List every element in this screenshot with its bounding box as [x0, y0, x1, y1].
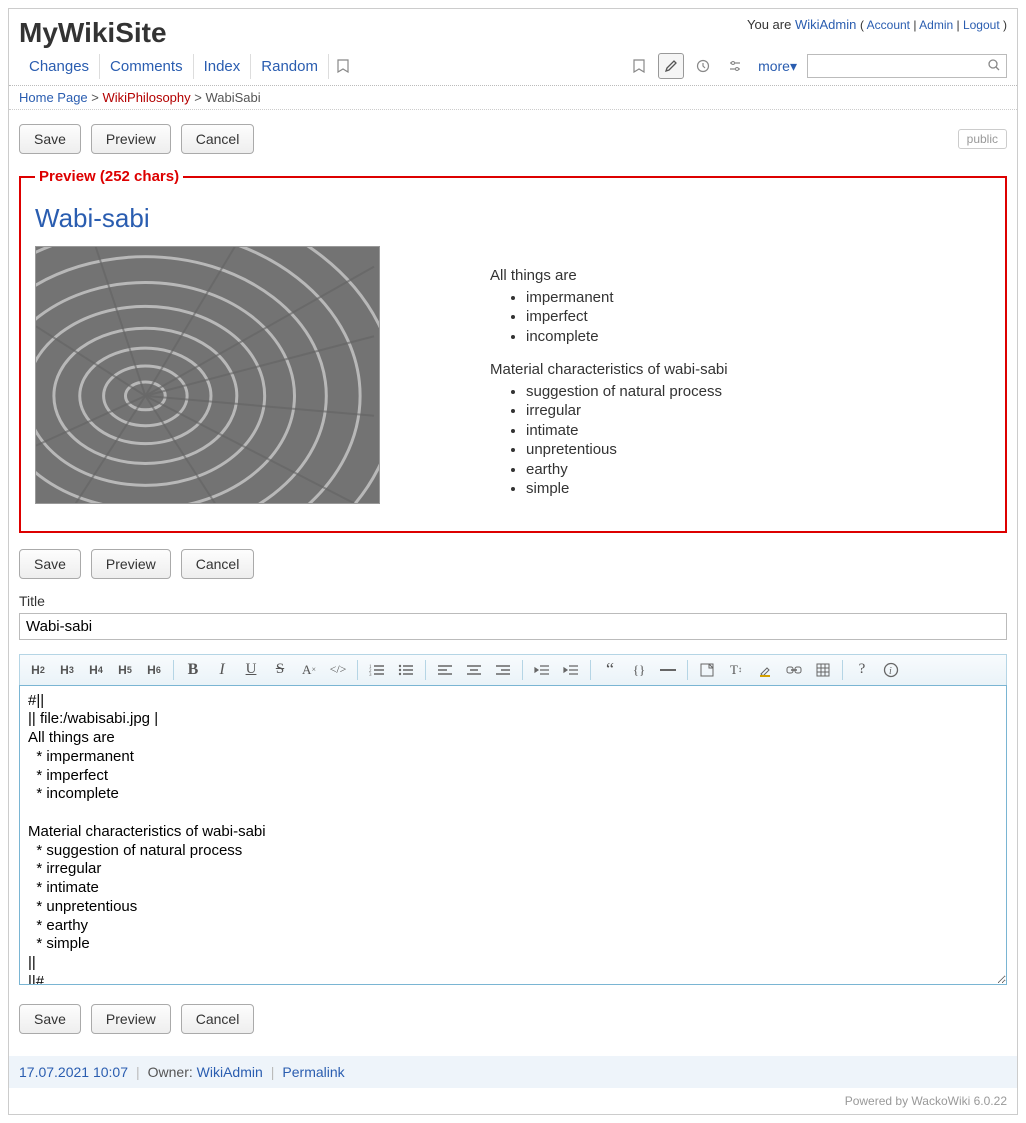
svg-text:3: 3 — [369, 673, 372, 677]
preview-panel: Preview (252 chars) Wabi-sabi — [19, 168, 1007, 533]
title-label: Title — [19, 593, 1007, 609]
history-icon[interactable] — [690, 53, 716, 79]
editor-toolbar: H2 H3 H4 H5 H6 B I U S A× </> 123 “ {} — [19, 654, 1007, 685]
list-item: suggestion of natural process — [526, 382, 728, 402]
underline-button[interactable]: U — [237, 658, 265, 682]
list-item: irregular — [526, 401, 728, 421]
you-are-label: You are — [747, 17, 795, 32]
svg-text:i: i — [889, 666, 892, 677]
list-item: unpretentious — [526, 440, 728, 460]
breadcrumb-parent[interactable]: WikiPhilosophy — [102, 90, 190, 105]
cancel-button-3[interactable]: Cancel — [181, 1004, 255, 1034]
logout-link[interactable]: Logout — [963, 18, 1000, 32]
align-left-button[interactable] — [431, 658, 459, 682]
outdent-button[interactable] — [528, 658, 556, 682]
cancel-button[interactable]: Cancel — [181, 124, 255, 154]
list-item: simple — [526, 479, 728, 499]
preview-list2: suggestion of natural process irregular … — [526, 382, 728, 499]
italic-button[interactable]: I — [208, 658, 236, 682]
help-button[interactable]: ? — [848, 658, 876, 682]
list-item: intimate — [526, 421, 728, 441]
clear-format-button[interactable]: A× — [295, 658, 323, 682]
admin-link[interactable]: Admin — [919, 18, 953, 32]
site-title: MyWikiSite — [19, 17, 167, 49]
list-item: imperfect — [526, 307, 728, 327]
table-button[interactable] — [809, 658, 837, 682]
nav-index[interactable]: Index — [194, 54, 252, 79]
preview-button[interactable]: Preview — [91, 124, 171, 154]
preview-p1: All things are — [490, 266, 728, 286]
timestamp-link[interactable]: 17.07.2021 10:07 — [19, 1064, 128, 1080]
breadcrumb: Home Page > WikiPhilosophy > WabiSabi — [9, 86, 1017, 110]
nav-random[interactable]: Random — [251, 54, 329, 79]
username-link[interactable]: WikiAdmin — [795, 17, 856, 32]
preview-button-3[interactable]: Preview — [91, 1004, 171, 1034]
align-center-button[interactable] — [460, 658, 488, 682]
user-info: You are WikiAdmin ( Account | Admin | Lo… — [747, 17, 1007, 32]
h2-button[interactable]: H2 — [24, 658, 52, 682]
breadcrumb-current: WabiSabi — [205, 90, 260, 105]
bookmark-add-icon[interactable] — [329, 55, 357, 77]
h5-button[interactable]: H5 — [111, 658, 139, 682]
search-icon[interactable] — [987, 58, 1001, 72]
quote-button[interactable]: “ — [596, 658, 624, 682]
preview-image — [35, 246, 380, 504]
hr-button[interactable] — [654, 658, 682, 682]
powered-by: Powered by WackoWiki 6.0.22 — [9, 1088, 1017, 1114]
save-button-2[interactable]: Save — [19, 549, 81, 579]
list-item: impermanent — [526, 288, 728, 308]
code-button[interactable]: </> — [324, 658, 352, 682]
preview-legend: Preview (252 chars) — [35, 168, 183, 185]
nav-changes[interactable]: Changes — [19, 54, 100, 79]
public-tag: public — [958, 129, 1007, 149]
cancel-button-2[interactable]: Cancel — [181, 549, 255, 579]
highlight-button[interactable] — [751, 658, 779, 682]
edit-icon[interactable] — [658, 53, 684, 79]
breadcrumb-home[interactable]: Home Page — [19, 90, 88, 105]
list-ul-button[interactable] — [392, 658, 420, 682]
textsize-button[interactable]: T↕ — [722, 658, 750, 682]
bold-button[interactable]: B — [179, 658, 207, 682]
preview-title: Wabi-sabi — [35, 203, 991, 234]
h6-button[interactable]: H6 — [140, 658, 168, 682]
editor-textarea[interactable] — [19, 685, 1007, 985]
settings-icon[interactable] — [722, 53, 748, 79]
info-button[interactable]: i — [877, 658, 905, 682]
indent-button[interactable] — [557, 658, 585, 682]
save-button-3[interactable]: Save — [19, 1004, 81, 1034]
account-link[interactable]: Account — [867, 18, 910, 32]
braces-button[interactable]: {} — [625, 658, 653, 682]
save-button[interactable]: Save — [19, 124, 81, 154]
list-item: incomplete — [526, 327, 728, 347]
align-right-button[interactable] — [489, 658, 517, 682]
preview-button-2[interactable]: Preview — [91, 549, 171, 579]
h4-button[interactable]: H4 — [82, 658, 110, 682]
strike-button[interactable]: S — [266, 658, 294, 682]
preview-list1: impermanent imperfect incomplete — [526, 288, 728, 347]
link-button[interactable] — [780, 658, 808, 682]
h3-button[interactable]: H3 — [53, 658, 81, 682]
permalink-link[interactable]: Permalink — [282, 1064, 344, 1080]
nav-comments[interactable]: Comments — [100, 54, 194, 79]
title-input[interactable] — [19, 613, 1007, 640]
list-item: earthy — [526, 460, 728, 480]
owner-label: Owner: — [148, 1064, 197, 1080]
note-button[interactable] — [693, 658, 721, 682]
bookmark-icon[interactable] — [626, 53, 652, 79]
more-dropdown[interactable]: more▾ — [754, 58, 801, 75]
list-ol-button[interactable]: 123 — [363, 658, 391, 682]
search-input[interactable] — [807, 54, 1007, 78]
preview-p2: Material characteristics of wabi-sabi — [490, 360, 728, 380]
owner-link[interactable]: WikiAdmin — [197, 1064, 263, 1080]
